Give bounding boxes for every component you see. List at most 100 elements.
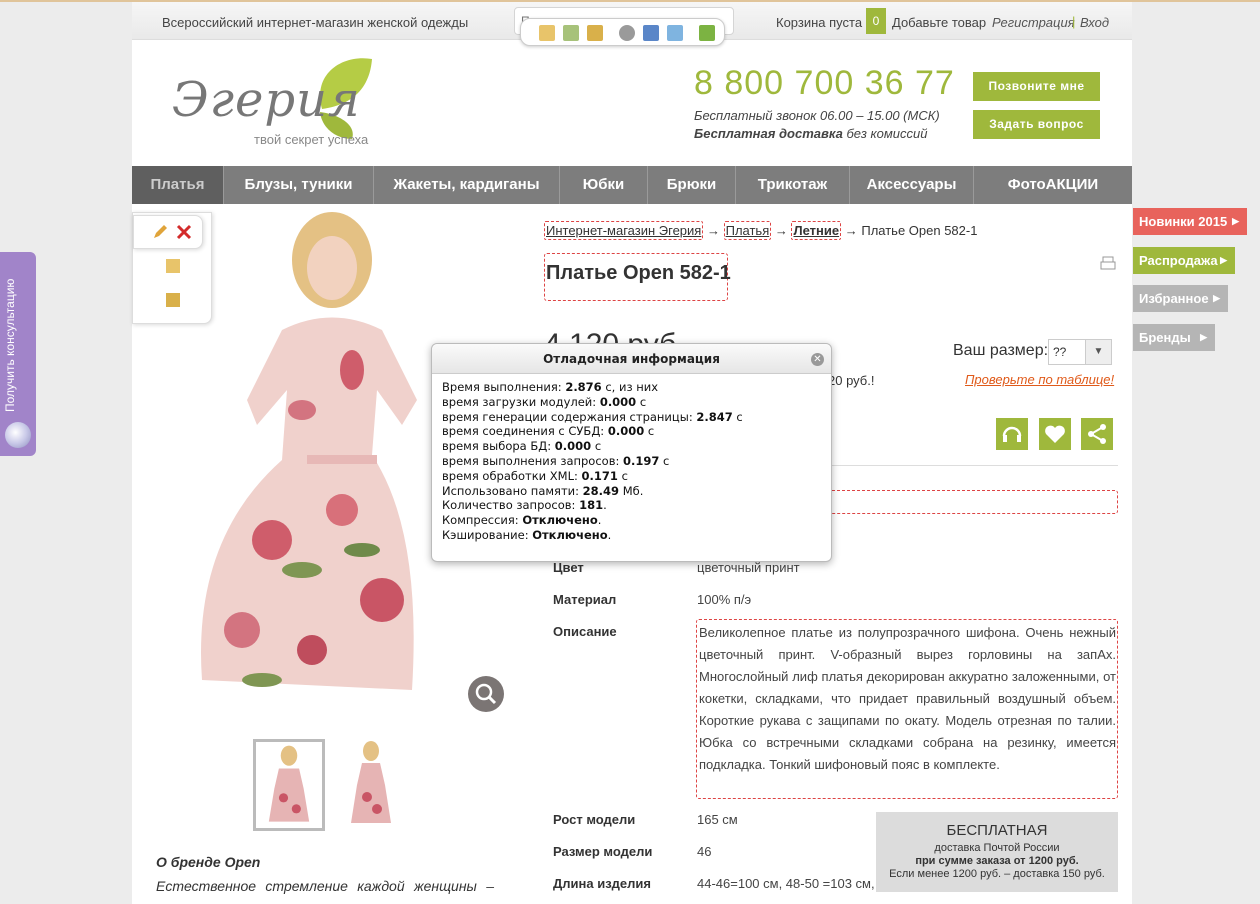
side-tab-sale[interactable]: Распродажа ▶ (1133, 247, 1235, 274)
consultant-button[interactable] (996, 418, 1028, 450)
cart-count-badge[interactable]: 0 (866, 8, 886, 34)
nav-item-trousers[interactable]: Брюки (648, 166, 736, 204)
prop-color-value: цветочный принт (697, 560, 800, 575)
debug-line-suffix: . (597, 513, 602, 528)
breadcrumb-arrow: → (774, 223, 788, 238)
add-folder-icon[interactable] (166, 259, 180, 273)
print-icon[interactable] (1100, 256, 1116, 270)
favorite-button[interactable] (1039, 418, 1071, 450)
debug-line-value: 2.876 (565, 380, 602, 394)
product-thumbnail[interactable] (335, 739, 407, 831)
debug-line: время загрузки модулей: 0.000 с (442, 395, 821, 410)
login-link[interactable]: Вход (1080, 15, 1109, 30)
share-icon (1088, 424, 1106, 444)
home-icon[interactable] (699, 25, 715, 41)
debug-line: Компрессия: Отключено. (442, 513, 821, 528)
edit-page-icon[interactable] (539, 25, 555, 41)
info-icon[interactable] (667, 25, 683, 41)
delivery-bold: Бесплатная доставка (694, 126, 843, 141)
edit-folder-icon[interactable] (166, 293, 180, 307)
side-tab-label: Избранное (1139, 291, 1209, 306)
delete-icon[interactable] (176, 224, 192, 240)
admin-toolbar (520, 18, 725, 46)
breadcrumb-home[interactable]: Интернет-магазин Эгерия (544, 221, 704, 240)
brand-title: О бренде Open (156, 854, 261, 870)
cart-status[interactable]: Корзина пуста (776, 15, 862, 30)
debug-line-label: время выбора БД: (442, 439, 555, 454)
debug-line-suffix: с (659, 453, 670, 468)
gear-icon[interactable] (619, 25, 635, 41)
free-delivery-note: Если менее 1200 руб. – доставка 150 руб. (889, 868, 1105, 880)
side-tab-brands[interactable]: Бренды ▶ (1133, 324, 1215, 351)
edit-actions (133, 215, 203, 249)
debug-line-label: время генерации содержания страницы: (442, 409, 697, 424)
side-tab-label: Новинки 2015 (1139, 214, 1228, 229)
ask-question-button[interactable]: Задать вопрос (973, 110, 1100, 139)
share-button[interactable] (1081, 418, 1113, 450)
breadcrumb-subcategory[interactable]: Летние (791, 221, 842, 240)
main-nav: Платья Блузы, туники Жакеты, кардиганы Ю… (132, 166, 1132, 204)
debug-line-value: Отключено (522, 513, 598, 528)
breadcrumb: Интернет-магазин Эгерия → Платья → Летни… (544, 221, 978, 240)
debug-line-suffix: с (591, 439, 602, 454)
debug-line-label: Время выполнения: (442, 380, 566, 394)
nav-item-photoactions[interactable]: ФотоАКЦИИ (974, 166, 1132, 204)
prop-length-label: Длина изделия (553, 876, 651, 891)
product-description: Великолепное платье из полупрозрачного ш… (696, 619, 1118, 799)
debug-line: Кэширование: Отключено. (442, 528, 821, 543)
edit-panel (132, 212, 212, 324)
size-label: Ваш размер: (953, 342, 1049, 359)
call-me-button[interactable]: Позвоните мне (973, 72, 1100, 101)
debug-line-suffix: с (617, 468, 628, 483)
pencil-icon[interactable] (152, 224, 167, 240)
debug-line-label: Использовано памяти: (442, 483, 583, 498)
debug-line-label: Количество запросов: (442, 498, 580, 513)
side-tab-label: Распродажа (1139, 253, 1218, 268)
debug-line-value: 0.197 (623, 453, 660, 468)
size-table-link[interactable]: Проверьте по таблице! (965, 372, 1114, 387)
stats-icon[interactable] (643, 25, 659, 41)
prop-material-label: Материал (553, 592, 617, 607)
triangle-right-icon: ▶ (1232, 216, 1239, 226)
size-select[interactable]: ?? ▼ (1048, 339, 1112, 365)
close-icon[interactable]: ✕ (811, 353, 824, 366)
prop-model-size-label: Размер модели (553, 844, 653, 859)
nav-item-jackets[interactable]: Жакеты, кардиганы (374, 166, 560, 204)
nav-item-accessories[interactable]: Аксессуары (850, 166, 974, 204)
debug-line-value: Отключено (532, 527, 608, 542)
debug-line: время обработки XML: 0.171 с (442, 469, 821, 484)
edit-template-icon[interactable] (563, 25, 579, 41)
prop-color-label: Цвет (553, 560, 584, 575)
debug-line: Время выполнения: 2.876 с, из них (442, 380, 821, 395)
logo-name: Эгерия (172, 72, 361, 128)
logo[interactable]: Эгерия твой секрет успеха (172, 54, 382, 154)
debug-line-suffix: с (732, 409, 743, 424)
side-tab-favorites[interactable]: Избранное ▶ (1133, 285, 1228, 312)
prop-model-size-value: 46 (697, 844, 712, 859)
nav-item-dresses[interactable]: Платья (132, 166, 224, 204)
product-thumbnail[interactable] (253, 739, 325, 831)
phone-note: Бесплатный звонок 06.00 – 15.00 (МСК) (694, 108, 940, 123)
triangle-right-icon: ▶ (1200, 332, 1207, 342)
nav-item-knitwear[interactable]: Трикотаж (736, 166, 850, 204)
debug-line-label: время соединения с СУБД: (442, 424, 608, 439)
debug-line-value: 0.000 (607, 424, 645, 439)
edit-content-icon[interactable] (587, 25, 603, 41)
nav-item-blouses[interactable]: Блузы, туники (224, 166, 374, 204)
phone-number[interactable]: 8 800 700 36 77 (694, 64, 955, 103)
zoom-button[interactable] (468, 676, 504, 712)
product-title: Платье Open 582-1 (546, 262, 731, 284)
debug-line-suffix: . (607, 527, 612, 542)
register-link[interactable]: Регистрация (992, 15, 1075, 30)
prop-description-label: Описание (553, 624, 617, 639)
chevron-down-icon: ▼ (1085, 340, 1111, 364)
nav-item-skirts[interactable]: Юбки (560, 166, 648, 204)
add-item-text: Добавьте товар (892, 15, 987, 30)
side-tab-new[interactable]: Новинки 2015 ▶ (1133, 208, 1247, 235)
debug-line-value: 2.847 (696, 409, 733, 424)
consultation-tab[interactable]: Получить консультацию (0, 252, 36, 456)
breadcrumb-category[interactable]: Платья (723, 221, 772, 240)
edit-frame (824, 490, 1118, 514)
debug-line-value: 0.000 (554, 439, 592, 454)
breadcrumb-current: → Платье Open 582-1 (844, 223, 978, 238)
